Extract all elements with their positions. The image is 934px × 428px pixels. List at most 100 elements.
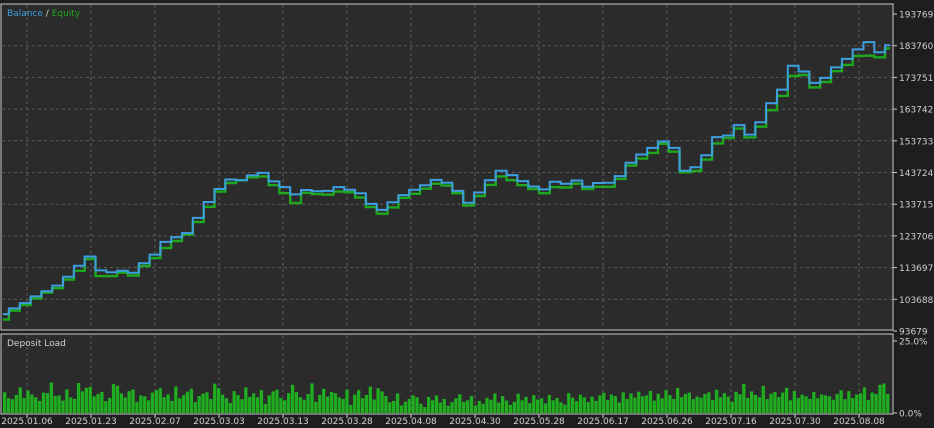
deposit-load-bar <box>205 392 209 413</box>
deposit-load-bar <box>520 400 524 413</box>
deposit-load-bar <box>609 394 614 413</box>
deposit-load-bar <box>547 394 551 413</box>
deposit-load-bar <box>462 401 466 413</box>
deposit-load-bar <box>539 398 544 413</box>
deposit-load-bar <box>757 397 762 413</box>
deposit-load-bar <box>796 398 800 413</box>
deposit-load-bar <box>753 394 758 413</box>
deposit-load-bar <box>22 398 26 413</box>
y-tick-label: 173751 <box>899 74 933 84</box>
deposit-load-bar <box>360 398 365 413</box>
deposit-load-bar <box>676 388 680 413</box>
deposit-load-bar <box>337 397 341 413</box>
deposit-load-bar <box>123 397 127 413</box>
deposit-load-bar <box>318 394 322 413</box>
deposit-load-bar <box>419 403 423 413</box>
deposit-load-bar <box>699 397 703 413</box>
x-tick-label: 2025.08.08 <box>833 417 885 427</box>
deposit-load-bar <box>306 394 310 413</box>
x-tick-label: 2025.06.17 <box>577 417 629 427</box>
deposit-load-bar <box>516 393 520 413</box>
deposit-load-bar <box>718 397 723 413</box>
deposit-load-bar <box>131 389 135 413</box>
deposit-load-bar <box>567 393 571 413</box>
deposit-load-bar <box>874 394 878 413</box>
deposit-load-bar <box>551 400 555 413</box>
deposit-load-bar <box>209 398 213 413</box>
deposit-load-bar <box>395 393 400 413</box>
deposit-load-bar <box>816 398 820 413</box>
deposit-load-bar <box>570 397 575 413</box>
x-tick-label: 2025.03.28 <box>321 417 373 427</box>
deposit-load-bar <box>687 392 691 413</box>
main-plot-area <box>0 3 894 331</box>
deposit-load-bar <box>851 398 855 413</box>
deposit-load-bar <box>524 396 528 413</box>
deposit-load-bar <box>45 393 50 413</box>
deposit-load-bar <box>111 383 116 413</box>
deposit-load-bar <box>368 386 372 413</box>
deposit-load-bar <box>341 398 345 413</box>
deposit-load-bar <box>364 394 369 413</box>
main-y-axis: 193769 183760 173751 163742 153733 143724 1337… <box>893 11 934 338</box>
deposit-load-bar <box>38 400 42 413</box>
deposit-load-bar <box>582 397 586 413</box>
deposit-load-bar <box>831 399 835 413</box>
deposit-load-bar <box>57 395 61 413</box>
deposit-load-bar <box>695 396 699 413</box>
deposit-load-bar <box>61 400 65 413</box>
deposit-load-bar <box>201 393 205 413</box>
deposit-load-bar <box>497 402 501 413</box>
deposit-load-bar <box>279 398 283 413</box>
deposit-load-bar <box>823 395 828 413</box>
deposit-load-bar <box>220 394 225 413</box>
deposit-load-bar <box>668 395 672 413</box>
deposit-load-bar <box>80 391 85 413</box>
deposit-load-title: Deposit Load <box>7 339 66 349</box>
deposit-load-bar <box>271 391 275 413</box>
deposit-load-bar <box>870 392 874 413</box>
deposit-load-bar <box>477 400 481 413</box>
deposit-load-bar <box>598 395 602 413</box>
deposit-load-bar <box>314 401 318 413</box>
deposit-load-bar <box>800 394 804 413</box>
deposit-load-bar <box>283 400 287 413</box>
deposit-load-bar <box>590 396 594 413</box>
y-tick-label: 113697 <box>899 264 933 274</box>
deposit-load-bar <box>458 394 462 413</box>
deposit-load-bar <box>146 400 151 413</box>
deposit-load-bar <box>535 399 540 413</box>
deposit-load-bar <box>711 400 715 413</box>
deposit-load-bar <box>784 387 789 413</box>
x-tick-label: 2025.04.30 <box>449 417 501 427</box>
deposit-load-bar <box>65 389 69 413</box>
deposit-load-bar <box>761 385 765 413</box>
x-tick-label: 2025.02.07 <box>129 417 181 427</box>
deposit-load-bar <box>181 395 186 413</box>
deposit-load-bar <box>691 399 695 413</box>
deposit-load-bar <box>240 399 244 413</box>
deposit-load-bar <box>660 398 664 413</box>
deposit-load-bar <box>411 395 415 413</box>
deposit-load-bar <box>574 401 579 413</box>
deposit-load-bar <box>49 382 53 413</box>
deposit-load-bar <box>633 397 637 413</box>
deposit-load-bar <box>216 388 221 413</box>
deposit-load-bar <box>812 392 816 413</box>
deposit-load-bar <box>434 395 439 413</box>
deposit-load-bar <box>127 391 131 413</box>
deposit-load-bar <box>613 396 618 413</box>
deposit-load-bar <box>232 391 236 413</box>
deposit-load-bar <box>827 396 832 413</box>
deposit-load-bar <box>481 403 485 413</box>
deposit-load-bar <box>629 393 633 413</box>
deposit-load-bar <box>858 393 863 413</box>
deposit-load-bar <box>213 383 217 413</box>
deposit-load-bar <box>259 390 264 413</box>
deposit-load-bar <box>14 394 18 413</box>
deposit-load-bar <box>808 398 812 413</box>
deposit-load-bar <box>76 383 81 413</box>
deposit-load-bar <box>84 387 88 413</box>
deposit-load-bar <box>322 388 326 413</box>
deposit-load-bar <box>251 393 256 413</box>
